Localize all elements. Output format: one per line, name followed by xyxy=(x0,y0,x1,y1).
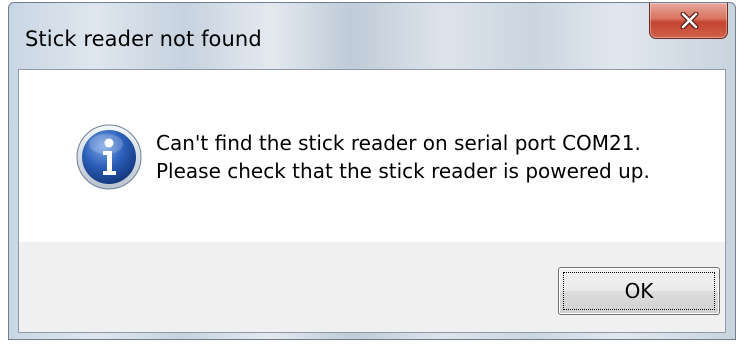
info-icon xyxy=(76,124,142,190)
dialog-window: Stick reader not found Can't find the st… xyxy=(8,2,736,340)
message-area: Can't find the stick reader on serial po… xyxy=(19,70,725,242)
window-title: Stick reader not found xyxy=(25,27,262,51)
close-button[interactable] xyxy=(649,3,728,39)
ok-button[interactable]: OK xyxy=(558,267,720,315)
close-icon xyxy=(680,12,699,29)
dialog-client-area: Can't find the stick reader on serial po… xyxy=(18,69,726,333)
message-line-2: Please check that the stick reader is po… xyxy=(156,159,650,183)
message-text: Can't find the stick reader on serial po… xyxy=(156,129,650,185)
message-line-1: Can't find the stick reader on serial po… xyxy=(156,131,641,155)
ok-button-label: OK xyxy=(624,279,654,303)
title-bar[interactable]: Stick reader not found xyxy=(9,3,735,69)
